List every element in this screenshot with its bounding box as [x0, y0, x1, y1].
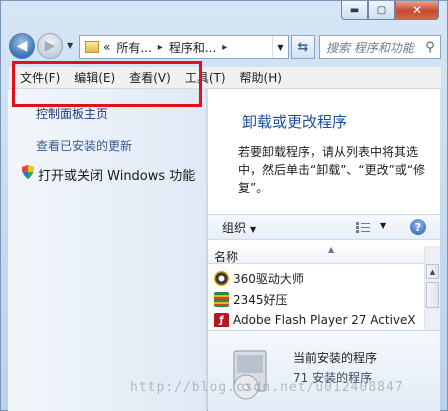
address-bar[interactable]: « 所有... ▸ 程序和... ▸ ▼: [79, 35, 289, 59]
scroll-thumb[interactable]: [426, 282, 439, 308]
task-pane: 控制面板主页 查看已安装的更新 打开或关闭 Windows 功能: [8, 89, 207, 411]
address-dropdown[interactable]: ▼: [272, 36, 288, 58]
breadcrumb-chevron-icon[interactable]: ▸: [222, 42, 227, 53]
shield-icon: [22, 165, 34, 179]
close-button[interactable]: ✕: [395, 1, 439, 20]
installed-programs-icon: [233, 350, 267, 400]
column-name-label: 名称: [214, 250, 239, 264]
sort-arrow-icon: ▲: [328, 245, 335, 254]
breadcrumb-chevron-icon[interactable]: ▸: [158, 42, 163, 53]
program-name: 2345好压: [233, 292, 288, 307]
archive-icon: [214, 291, 229, 307]
organize-button[interactable]: 组织 ▼: [222, 219, 256, 236]
details-pane: 当前安装的程序 71 安装的程序: [208, 330, 440, 411]
control-panel-icon: [85, 41, 99, 53]
menu-help[interactable]: 帮助(H): [233, 69, 289, 86]
control-panel-home-link[interactable]: 控制面板主页: [36, 105, 108, 122]
list-item[interactable]: 360驱动大师: [214, 268, 304, 288]
view-installed-updates-link[interactable]: 查看已安装的更新: [36, 137, 132, 154]
change-view-icon[interactable]: [356, 222, 370, 233]
list-item[interactable]: ƒ Adobe Flash Player 27 ActiveX: [214, 310, 416, 327]
chevron-down-icon: ▼: [250, 224, 257, 234]
page-title: 卸载或更改程序: [242, 113, 348, 131]
recent-pages-dropdown[interactable]: ▼: [67, 41, 73, 50]
breadcrumb-all-items[interactable]: 所有...: [116, 39, 151, 56]
refresh-button[interactable]: ⇆: [291, 35, 315, 59]
command-bar: 组织 ▼ ▼ ?: [208, 214, 440, 240]
breadcrumb-programs[interactable]: 程序和...: [169, 39, 216, 56]
list-item[interactable]: 2345好压: [214, 289, 288, 309]
search-input[interactable]: 搜索 程序和功能: [320, 39, 420, 56]
search-box[interactable]: 搜索 程序和功能 ⚲: [319, 35, 441, 59]
column-header-name[interactable]: 名称 ▲: [208, 245, 440, 264]
flash-icon: ƒ: [214, 312, 229, 327]
page-description: 若要卸载程序，请从列表中将其选中，然后单击“卸载”、“更改”或“修复”。: [238, 145, 426, 195]
program-count: 71 安装的程序: [293, 371, 373, 385]
program-name: 360驱动大师: [233, 271, 304, 286]
program-name: Adobe Flash Player 27 ActiveX: [233, 313, 416, 327]
forward-button[interactable]: ▶: [37, 33, 63, 59]
windows-features-link[interactable]: 打开或关闭 Windows 功能: [38, 165, 195, 184]
360-icon: [214, 270, 229, 286]
scroll-up-button[interactable]: ▲: [426, 264, 439, 279]
view-options-dropdown[interactable]: ▼: [380, 221, 386, 230]
back-button[interactable]: ◀: [9, 33, 35, 59]
maximize-button[interactable]: ▢: [368, 1, 395, 20]
highlight-box: [12, 61, 202, 107]
details-title: 当前安装的程序: [293, 351, 378, 365]
breadcrumb-overflow[interactable]: «: [103, 40, 110, 54]
search-icon[interactable]: ⚲: [420, 40, 440, 55]
organize-label: 组织: [222, 220, 247, 235]
minimize-button[interactable]: ▬: [341, 1, 368, 20]
help-button[interactable]: ?: [410, 219, 426, 235]
caption-buttons: ▬ ▢ ✕: [341, 1, 439, 20]
navigation-bar: ◀ ▶ ▼ « 所有... ▸ 程序和... ▸ ▼ ⇆ 搜索 程序和功能 ⚲: [9, 31, 441, 63]
program-list: 360驱动大师 2345好压 ƒ Adobe Flash Player 27 A…: [208, 265, 424, 327]
vertical-scrollbar[interactable]: ▲: [424, 246, 440, 330]
